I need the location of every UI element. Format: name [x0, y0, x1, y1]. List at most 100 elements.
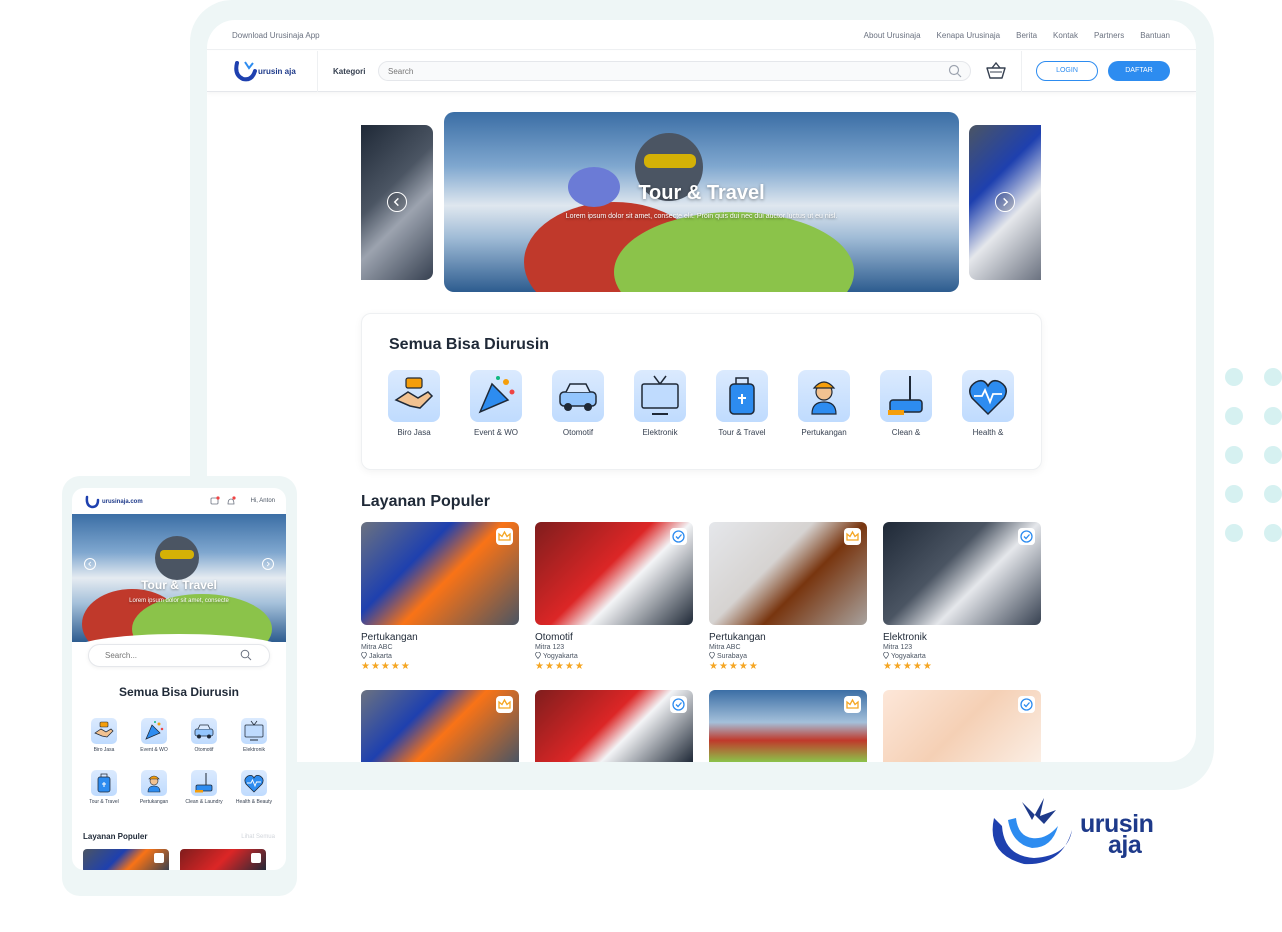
categories-card: Semua Bisa Diurusin Biro Jasa Event & WO O… — [361, 313, 1042, 470]
popular-card-location-text: Jakarta — [369, 653, 392, 660]
tv-icon — [634, 370, 686, 422]
hero-subtitle: Lorem ipsum dolor sit amet, consecte eli… — [565, 213, 838, 220]
location-pin-icon — [535, 651, 541, 660]
category-item[interactable]: Biro Jasa — [386, 370, 442, 437]
urusinaja-logo-icon[interactable] — [84, 494, 100, 510]
popular-card[interactable] — [361, 690, 519, 762]
nav-divider — [317, 51, 318, 92]
category-item[interactable]: Elektronik — [632, 370, 688, 437]
popular-card-image — [535, 522, 693, 625]
download-app-link[interactable]: Download Urusinaja App — [232, 31, 320, 40]
top-bar: Download Urusinaja App About Urusinaja K… — [207, 20, 1196, 50]
mobile-carousel-prev-icon[interactable] — [84, 558, 96, 570]
mobile-category-item[interactable]: Event & WO — [134, 718, 174, 754]
top-link-about[interactable]: About Urusinaja — [864, 31, 921, 40]
mobile-hero-subtitle: Lorem ipsum dolor sit amet, consecte — [129, 598, 229, 604]
mobile-category-item[interactable]: Health & Beauty — [234, 770, 274, 806]
popular-card[interactable]: Pertukangan Mitra ABC Jakarta ★★★★★ — [361, 522, 519, 672]
luggage-icon — [91, 770, 117, 796]
decorative-dot — [1225, 485, 1243, 503]
top-link-kenapa[interactable]: Kenapa Urusinaja — [937, 31, 1001, 40]
popular-card-location-text: Yogyakarta — [543, 653, 578, 660]
basket-icon[interactable] — [985, 61, 1007, 81]
popular-card[interactable] — [883, 690, 1041, 762]
popular-card-mitra: Mitra 123 — [883, 644, 913, 651]
star-rating: ★★★★★ — [883, 661, 933, 672]
mobile-see-all-link[interactable]: Lihat Semua — [241, 834, 275, 840]
login-button[interactable]: LOGIN — [1036, 61, 1098, 81]
mobile-popular-title: Layanan Populer — [83, 832, 148, 841]
top-link-kontak[interactable]: Kontak — [1053, 31, 1078, 40]
category-label: Clean & — [891, 428, 921, 437]
mobile-category-item[interactable]: Biro Jasa — [84, 718, 124, 754]
popular-card[interactable]: Pertukangan Mitra ABC Surabaya ★★★★★ — [709, 522, 867, 672]
category-item[interactable]: Health & — [960, 370, 1016, 437]
tv-icon — [241, 718, 267, 744]
mobile-user-greeting[interactable]: Hi, Anton — [251, 498, 275, 504]
decorative-dot — [1225, 446, 1243, 464]
category-item[interactable]: Tour & Travel — [714, 370, 770, 437]
hero-title: Tour & Travel — [638, 182, 765, 204]
mobile-popular-card[interactable] — [83, 849, 169, 870]
popular-card[interactable] — [535, 690, 693, 762]
kategori-menu[interactable]: Kategori — [333, 67, 365, 76]
brand-name-line2: aja — [1108, 831, 1142, 859]
mobile-hero-slide[interactable]: Tour & Travel Lorem ipsum dolor sit amet… — [72, 514, 286, 642]
mobile-category-label: Tour & Travel — [89, 799, 119, 805]
search-icon[interactable] — [948, 64, 962, 78]
unicorn-logo-icon — [992, 798, 1072, 865]
popular-card-location: Surabaya — [709, 651, 867, 660]
carousel-prev-icon[interactable] — [387, 192, 407, 212]
popular-card-image — [709, 522, 867, 625]
verified-icon — [670, 528, 687, 545]
carousel-next-icon[interactable] — [995, 192, 1015, 212]
mobile-category-item[interactable]: Tour & Travel — [84, 770, 124, 806]
popular-card-category: Elektronik — [883, 632, 927, 643]
mobile-category-label: Elektronik — [243, 747, 265, 753]
car-icon — [552, 370, 604, 422]
mobile-carousel-next-icon[interactable] — [262, 558, 274, 570]
location-pin-icon — [883, 651, 889, 660]
mobile-hero-title: Tour & Travel — [141, 578, 217, 592]
category-label: Pertukangan — [801, 428, 847, 437]
decorative-dot — [1264, 446, 1282, 464]
verified-icon — [1018, 696, 1035, 713]
mobile-category-item[interactable]: Elektronik — [234, 718, 274, 754]
hero-slide[interactable]: Tour & Travel Lorem ipsum dolor sit amet… — [444, 112, 959, 292]
popular-card-location: Yogyakarta — [535, 651, 693, 660]
decorative-dot — [1225, 524, 1243, 542]
popular-card-mitra: Mitra ABC — [361, 644, 393, 651]
mobile-category-item[interactable]: Pertukangan — [134, 770, 174, 806]
party-popper-icon — [470, 370, 522, 422]
search-icon[interactable] — [240, 649, 252, 661]
popular-card-location-text: Yogyakarta — [891, 653, 926, 660]
popular-card-mitra: Mitra ABC — [709, 644, 741, 651]
verified-icon — [1018, 528, 1035, 545]
top-links: About Urusinaja Kenapa Urusinaja Berita … — [864, 31, 1170, 40]
main-navbar: urusin aja Kategori LOGIN DAFTAR — [207, 51, 1196, 92]
mobile-category-label: Health & Beauty — [235, 799, 273, 805]
popular-card[interactable]: Elektronik Mitra 123 Yogyakarta ★★★★★ — [883, 522, 1041, 672]
category-item[interactable]: Clean & — [878, 370, 934, 437]
top-link-bantuan[interactable]: Bantuan — [1140, 31, 1170, 40]
category-item[interactable]: Pertukangan — [796, 370, 852, 437]
popular-card-category: Pertukangan — [361, 632, 418, 643]
notification-icon[interactable] — [210, 496, 240, 506]
category-item[interactable]: Event & WO — [468, 370, 524, 437]
popular-card[interactable]: Otomotif Mitra 123 Yogyakarta ★★★★★ — [535, 522, 693, 672]
search-input[interactable] — [378, 61, 971, 81]
category-label: Event & WO — [473, 428, 518, 437]
mobile-popular-card[interactable] — [180, 849, 266, 870]
top-link-berita[interactable]: Berita — [1016, 31, 1037, 40]
mobile-category-item[interactable]: Clean & Laundry — [184, 770, 224, 806]
top-link-partners[interactable]: Partners — [1094, 31, 1124, 40]
daftar-button[interactable]: DAFTAR — [1108, 61, 1170, 81]
popular-card[interactable] — [709, 690, 867, 762]
brand-logo: urusin aja — [986, 796, 1166, 870]
category-item[interactable]: Otomotif — [550, 370, 606, 437]
vacuum-icon — [880, 370, 932, 422]
verified-icon — [670, 696, 687, 713]
mobile-category-item[interactable]: Otomotif — [184, 718, 224, 754]
popular-card-category: Otomotif — [535, 632, 573, 643]
star-rating: ★★★★★ — [535, 661, 585, 672]
